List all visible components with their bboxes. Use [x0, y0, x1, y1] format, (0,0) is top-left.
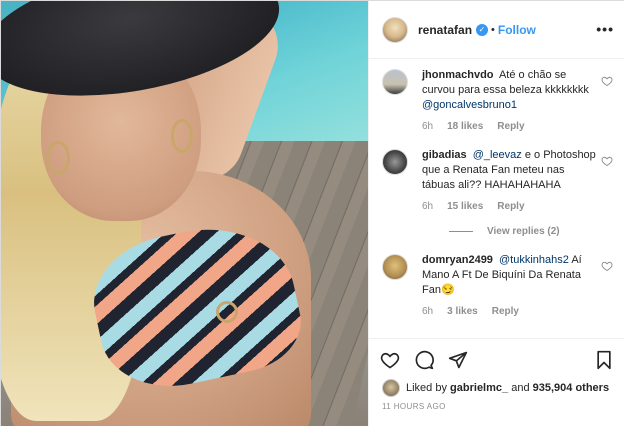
comment-mention[interactable]: @tukkinhahs2 [499, 254, 569, 266]
comment-likes[interactable]: 18 likes [447, 121, 483, 132]
likes-count[interactable]: 935,904 others [533, 382, 609, 394]
comment-username[interactable]: gibadias [422, 149, 467, 161]
heart-outline-icon[interactable] [601, 260, 613, 272]
comment-mention[interactable]: @goncalvesbruno1 [422, 99, 517, 111]
comments-list: jhonmachvdo Até o chão se curvou para es… [369, 60, 624, 338]
comment-item: jhonmachvdo Até o chão se curvou para es… [369, 60, 624, 132]
comment-username[interactable]: domryan2499 [422, 254, 493, 266]
comment-body: domryan2499 @tukkinhahs2 Aí Mano A Ft De… [422, 253, 596, 298]
ellipsis-icon[interactable]: ••• [596, 21, 614, 37]
comment-time[interactable]: 6h [422, 306, 433, 317]
comment-likes[interactable]: 3 likes [447, 306, 478, 317]
earring-right [171, 119, 193, 153]
comment-likes[interactable]: 15 likes [447, 201, 483, 212]
reply-button[interactable]: Reply [497, 201, 524, 212]
follow-button[interactable]: Follow [498, 23, 536, 37]
post-panel: renatafan ✓ • Follow ••• jhonmachvdo Até… [368, 1, 624, 426]
comment-time[interactable]: 6h [422, 201, 433, 212]
reply-button[interactable]: Reply [497, 121, 524, 132]
commenter-avatar[interactable] [382, 69, 408, 95]
bikini-ring [216, 301, 238, 323]
instagram-post: renatafan ✓ • Follow ••• jhonmachvdo Até… [0, 0, 624, 426]
reply-button[interactable]: Reply [492, 306, 519, 317]
comment-item: domryan2499 @tukkinhahs2 Aí Mano A Ft De… [369, 237, 624, 317]
view-replies-button[interactable]: View replies (2) [449, 226, 624, 237]
comment-time[interactable]: 6h [422, 121, 433, 132]
comment-meta: 6h 15 likes Reply [422, 201, 596, 212]
heart-outline-icon[interactable] [601, 75, 613, 87]
comment-body: gibadias @_leevaz e o Photoshop que a Re… [422, 148, 596, 193]
comment-body: jhonmachvdo Até o chão se curvou para es… [422, 68, 596, 113]
comment-bubble-icon[interactable] [414, 350, 434, 370]
bookmark-icon[interactable] [594, 350, 614, 370]
replies-divider [449, 231, 473, 232]
verified-badge-icon: ✓ [476, 23, 489, 36]
comment-meta: 6h 3 likes Reply [422, 306, 596, 317]
liker-avatar[interactable] [382, 379, 400, 397]
likes-and: and [511, 382, 530, 394]
post-header: renatafan ✓ • Follow ••• [369, 1, 624, 59]
comment-mention[interactable]: @_leevaz [473, 149, 522, 161]
comment-meta: 6h 18 likes Reply [422, 121, 596, 132]
author-username[interactable]: renatafan [418, 23, 472, 37]
heart-outline-icon[interactable] [601, 155, 613, 167]
view-replies-label: View replies (2) [487, 226, 560, 237]
action-icons [380, 350, 468, 370]
commenter-avatar[interactable] [382, 254, 408, 280]
author-avatar[interactable] [382, 16, 408, 43]
post-actions: Liked by gabrielmc_ and 935,904 others 1… [369, 338, 624, 426]
post-timestamp[interactable]: 11 HOURS AGO [382, 402, 446, 411]
liked-by-label: Liked by [406, 382, 447, 394]
comment-username[interactable]: jhonmachvdo [422, 69, 494, 81]
liker-username[interactable]: gabrielmc_ [450, 382, 508, 394]
comment-item: gibadias @_leevaz e o Photoshop que a Re… [369, 132, 624, 212]
like-heart-icon[interactable] [380, 350, 400, 370]
commenter-avatar[interactable] [382, 149, 408, 175]
share-paper-plane-icon[interactable] [448, 350, 468, 370]
earring-left [46, 141, 70, 175]
likes-summary: Liked by gabrielmc_ and 935,904 others [382, 379, 609, 397]
post-photo[interactable] [1, 1, 368, 426]
header-separator: • [491, 23, 495, 36]
